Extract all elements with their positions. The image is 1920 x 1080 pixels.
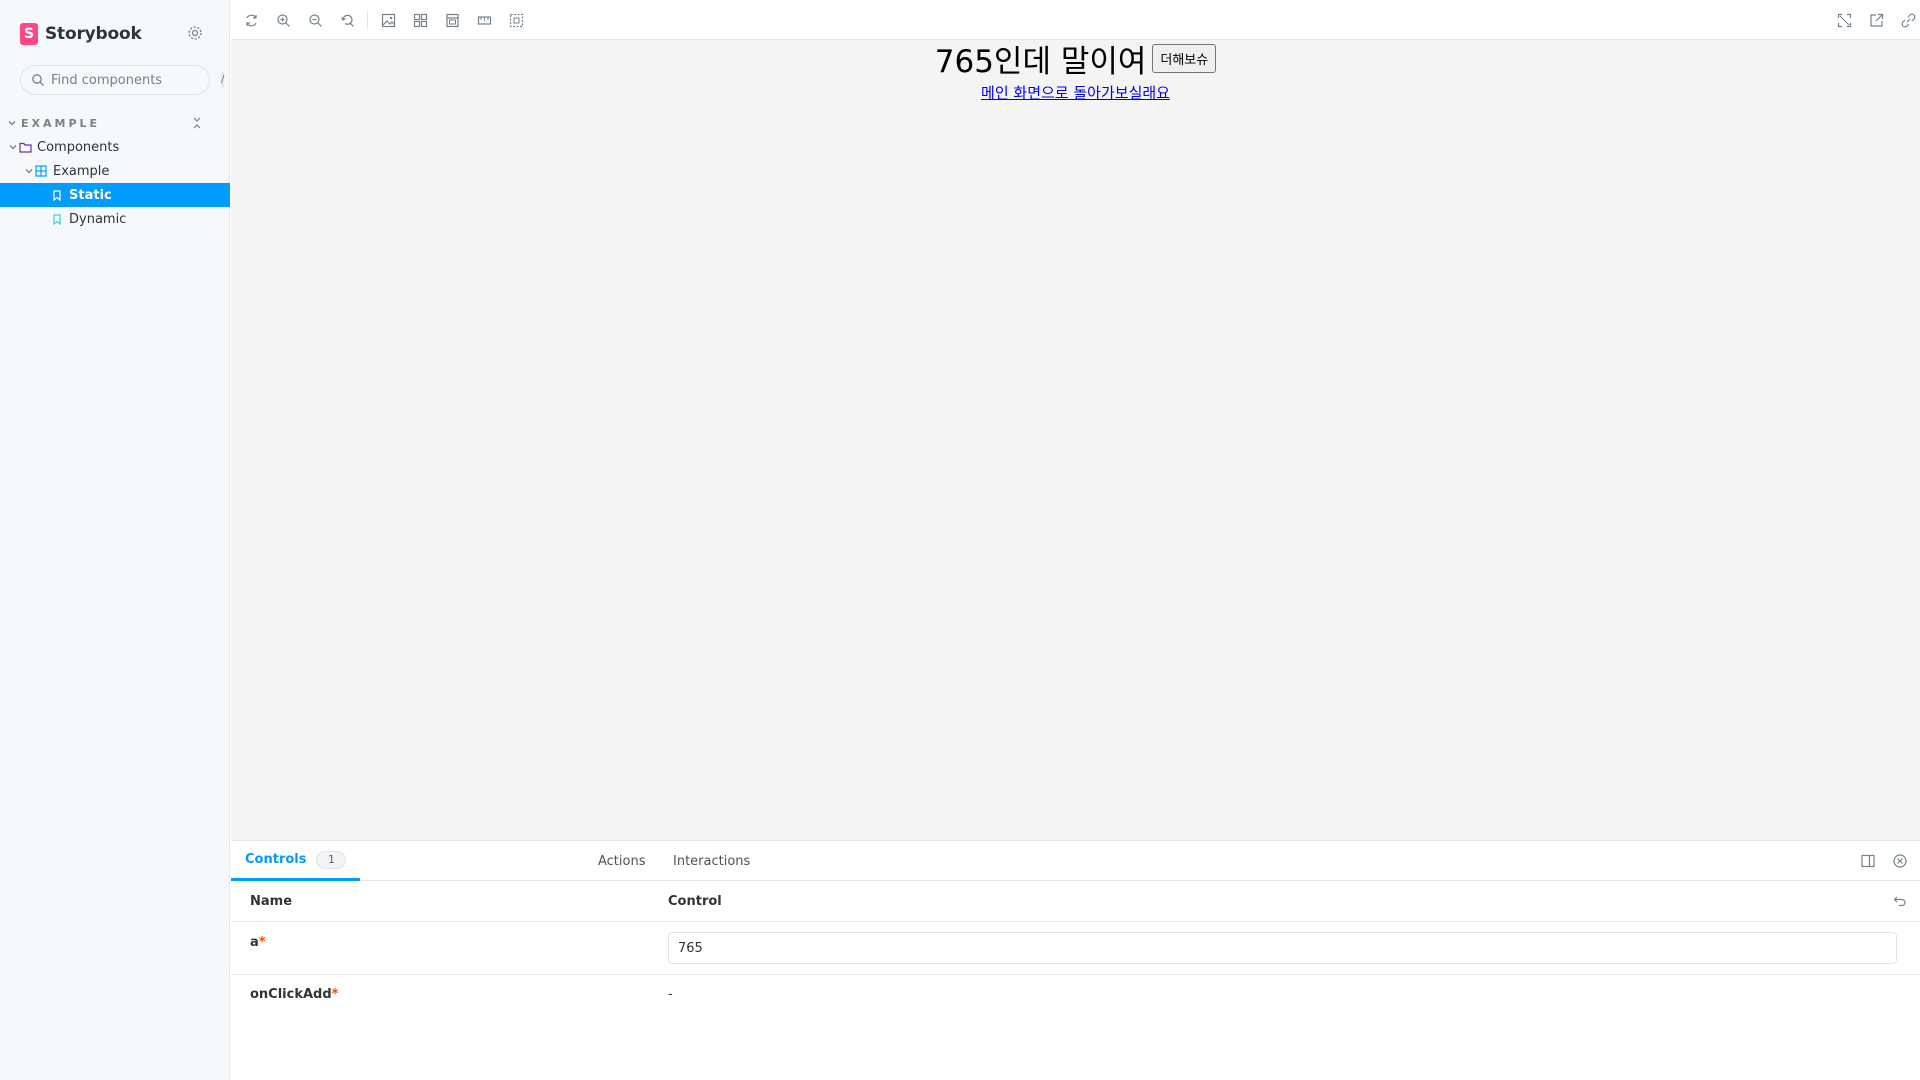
tree-item-label: Static xyxy=(69,187,112,203)
back-to-main-link[interactable]: 메인 화면으로 돌아가보실래요 xyxy=(981,82,1170,103)
settings-gear-icon[interactable] xyxy=(186,24,204,42)
brand-name: Storybook xyxy=(45,24,142,44)
table-row: a* xyxy=(231,922,1920,975)
toolbar-separator xyxy=(367,11,368,29)
control-input-a[interactable] xyxy=(668,932,1897,964)
required-marker: * xyxy=(258,935,266,950)
section-title: EXAMPLE xyxy=(21,116,101,130)
controls-table: Name Control a* onClickAdd* - xyxy=(231,881,1920,1025)
story-heading-row: 765인데 말이여 더해보슈 xyxy=(231,40,1920,80)
add-button[interactable]: 더해보슈 xyxy=(1152,43,1217,73)
panel-orientation-icon[interactable] xyxy=(1860,853,1876,869)
column-header-name: Name xyxy=(250,894,293,909)
tree-item-static[interactable]: Static xyxy=(0,183,230,207)
open-new-tab-icon[interactable] xyxy=(1867,11,1885,29)
preview-toolbar xyxy=(231,0,1920,40)
tab-interactions[interactable]: Interactions xyxy=(659,841,764,881)
viewport-icon[interactable] xyxy=(443,11,461,29)
tree-item-label: Components xyxy=(37,139,120,155)
chevron-down-icon xyxy=(8,119,18,127)
tree-item-example[interactable]: Example xyxy=(0,159,230,183)
bookmark-icon xyxy=(50,188,64,202)
component-icon xyxy=(34,164,48,178)
tab-label: Controls xyxy=(245,852,307,867)
outline-icon[interactable] xyxy=(507,11,525,29)
tree-item-label: Dynamic xyxy=(69,211,127,227)
component-tree: Components Example Static Dynamic xyxy=(0,135,230,231)
prop-name-text: onClickAdd xyxy=(250,987,332,1002)
measure-icon[interactable] xyxy=(475,11,493,29)
chevron-down-icon xyxy=(8,143,18,151)
sidebar: S Storybook / EXAMPLE Components xyxy=(0,0,230,1080)
folder-icon xyxy=(18,140,32,154)
prop-name: a* xyxy=(250,935,266,950)
bookmark-icon xyxy=(50,212,64,226)
background-image-icon[interactable] xyxy=(379,11,397,29)
search-icon xyxy=(31,73,45,87)
storybook-logo-icon: S xyxy=(20,23,38,45)
reload-icon[interactable] xyxy=(242,11,260,29)
zoom-reset-icon[interactable] xyxy=(338,11,356,29)
story-heading: 765인데 말이여 xyxy=(934,43,1147,80)
search-shortcut-key: / xyxy=(221,72,225,88)
addons-tabs: Controls 1 Actions Interactions xyxy=(231,841,1920,881)
tree-item-components[interactable]: Components xyxy=(0,135,230,159)
tab-label: Actions xyxy=(598,853,646,869)
zoom-out-icon[interactable] xyxy=(306,11,324,29)
controls-table-header: Name Control xyxy=(231,881,1920,922)
tree-item-dynamic[interactable]: Dynamic xyxy=(0,207,230,231)
section-header-example[interactable]: EXAMPLE xyxy=(8,115,204,131)
copy-link-icon[interactable] xyxy=(1899,11,1917,29)
control-value-onclickadd: - xyxy=(668,987,673,1002)
collapse-all-icon[interactable] xyxy=(190,115,204,131)
tab-actions[interactable]: Actions xyxy=(584,841,660,881)
zoom-in-icon[interactable] xyxy=(274,11,292,29)
table-row: onClickAdd* - xyxy=(231,975,1920,1025)
tab-label: Interactions xyxy=(673,853,751,869)
search-box[interactable]: / xyxy=(20,65,225,95)
prop-name: onClickAdd* xyxy=(250,987,338,1002)
addons-panel: Controls 1 Actions Interactions Name Con… xyxy=(231,840,1920,1080)
reset-controls-icon[interactable] xyxy=(1892,893,1908,909)
brand[interactable]: S Storybook xyxy=(20,22,142,46)
fullscreen-icon[interactable] xyxy=(1835,11,1853,29)
grid-icon[interactable] xyxy=(411,11,429,29)
story-canvas: 765인데 말이여 더해보슈 메인 화면으로 돌아가보실래요 xyxy=(231,40,1920,840)
chevron-down-icon xyxy=(24,167,34,175)
tab-controls[interactable]: Controls 1 xyxy=(231,841,361,881)
column-header-control: Control xyxy=(668,894,722,909)
required-marker: * xyxy=(331,987,339,1002)
close-panel-icon[interactable] xyxy=(1892,853,1908,869)
prop-name-text: a xyxy=(250,935,259,950)
story-root: 765인데 말이여 더해보슈 메인 화면으로 돌아가보실래요 xyxy=(231,40,1920,103)
search-input[interactable] xyxy=(51,72,221,88)
controls-count-badge: 1 xyxy=(316,850,347,869)
tree-item-label: Example xyxy=(53,163,110,179)
